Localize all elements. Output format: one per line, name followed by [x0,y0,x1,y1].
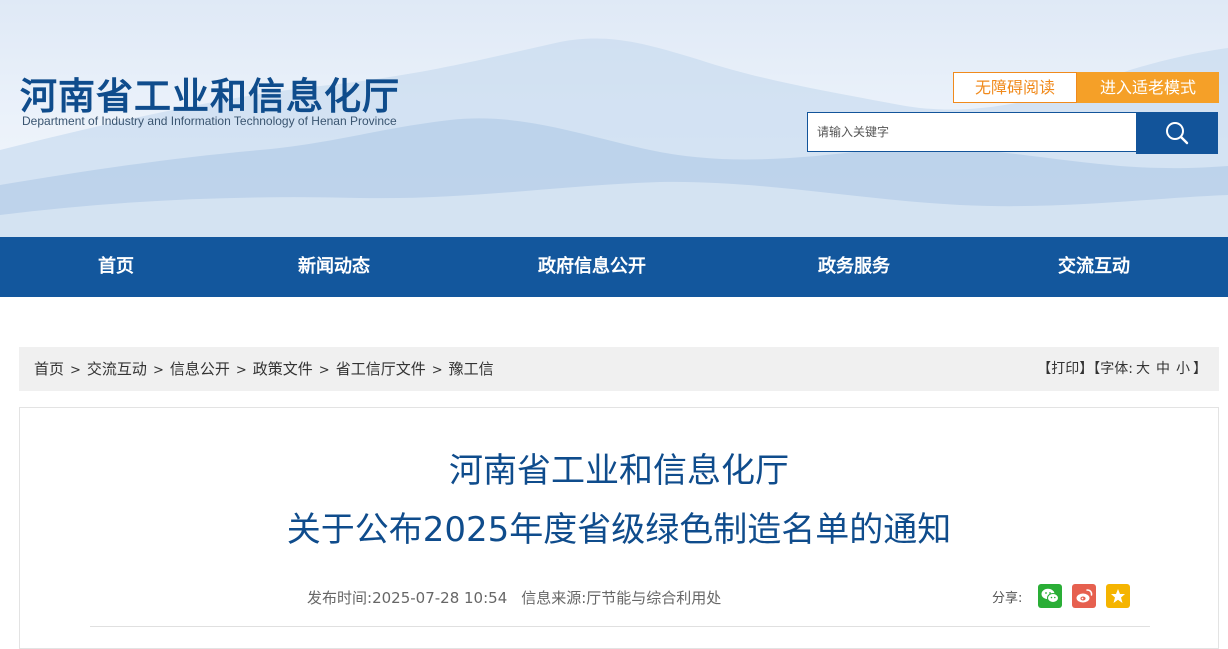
article-meta: 发布时间:2025-07-28 10:54 信息来源:厅节能与综合利用处 [307,587,721,608]
search-bar [807,112,1218,154]
share-bar: 分享: [992,584,1140,608]
breadcrumb-separator: > [152,363,164,378]
divider [90,626,1150,627]
source-value: 厅节能与综合利用处 [586,589,722,607]
breadcrumb-yugongxin[interactable]: 豫工信 [449,360,494,378]
share-label: 分享: [992,590,1023,606]
nav-item-services[interactable]: 政务服务 [818,237,890,297]
publish-time: 2025-07-28 10:54 [372,589,508,607]
article-tools: 【打印】【字体: 大中小】 [1037,347,1207,391]
breadcrumb-separator: > [431,363,443,378]
elder-mode-button[interactable]: 进入适老模式 [1077,72,1219,103]
font-size-label: 【字体: [1093,361,1133,377]
nav-item-news[interactable]: 新闻动态 [298,237,370,297]
font-size-suffix: 】 [1193,361,1207,377]
font-small-button[interactable]: 小 [1176,361,1190,377]
breadcrumb-home[interactable]: 首页 [34,360,64,378]
article-title-line1: 河南省工业和信息化厅 [449,451,789,491]
favorite-icon [1111,589,1126,603]
favorite-share-button[interactable] [1106,584,1131,608]
site-header: 河南省工业和信息化厅 Department of Industry and In… [0,0,1228,237]
weibo-share-button[interactable] [1072,584,1097,608]
weibo-icon [1076,589,1093,603]
main-navigation: 首页 新闻动态 政府信息公开 政务服务 交流互动 [0,237,1228,297]
article-title-line2: 关于公布2025年度省级绿色制造名单的通知 [286,510,952,550]
breadcrumb-separator: > [318,363,330,378]
breadcrumb: 首页 > 交流互动 > 信息公开 > 政策文件 > 省工信厅文件 > 豫工信 【打印】【字体: 大中小… [19,347,1219,391]
nav-item-gov-info[interactable]: 政府信息公开 [538,237,646,297]
breadcrumb-policy-docs[interactable]: 政策文件 [253,360,313,378]
search-input[interactable] [807,112,1136,152]
article-panel: 河南省工业和信息化厅 关于公布2025年度省级绿色制造名单的通知 发布时间:20… [19,407,1219,649]
breadcrumb-separator: > [70,363,81,378]
breadcrumb-interaction[interactable]: 交流互动 [87,360,147,378]
publish-time-label: 发布时间: [307,589,373,607]
search-button[interactable] [1135,112,1218,154]
font-medium-button[interactable]: 中 [1156,361,1170,377]
breadcrumb-info-public[interactable]: 信息公开 [170,360,230,378]
accessibility-toolbar: 无障碍阅读 进入适老模式 [953,72,1219,103]
wechat-share-button[interactable] [1038,584,1063,608]
nav-item-interaction[interactable]: 交流互动 [1058,237,1130,297]
nav-item-home[interactable]: 首页 [98,237,134,297]
search-icon [1165,122,1189,145]
breadcrumb-separator: > [235,363,247,378]
breadcrumb-trail: 首页 > 交流互动 > 信息公开 > 政策文件 > 省工信厅文件 > 豫工信 [34,347,494,391]
breadcrumb-dept-docs[interactable]: 省工信厅文件 [336,360,426,378]
source-label: 信息来源: [521,589,587,607]
wechat-icon [1041,588,1060,603]
site-logo-subtitle: Department of Industry and Information T… [22,114,397,128]
barrier-free-reading-button[interactable]: 无障碍阅读 [953,72,1077,103]
site-logo-title[interactable]: 河南省工业和信息化厅 [20,66,400,120]
print-button[interactable]: 【打印】 [1037,361,1093,377]
font-large-button[interactable]: 大 [1136,361,1150,377]
